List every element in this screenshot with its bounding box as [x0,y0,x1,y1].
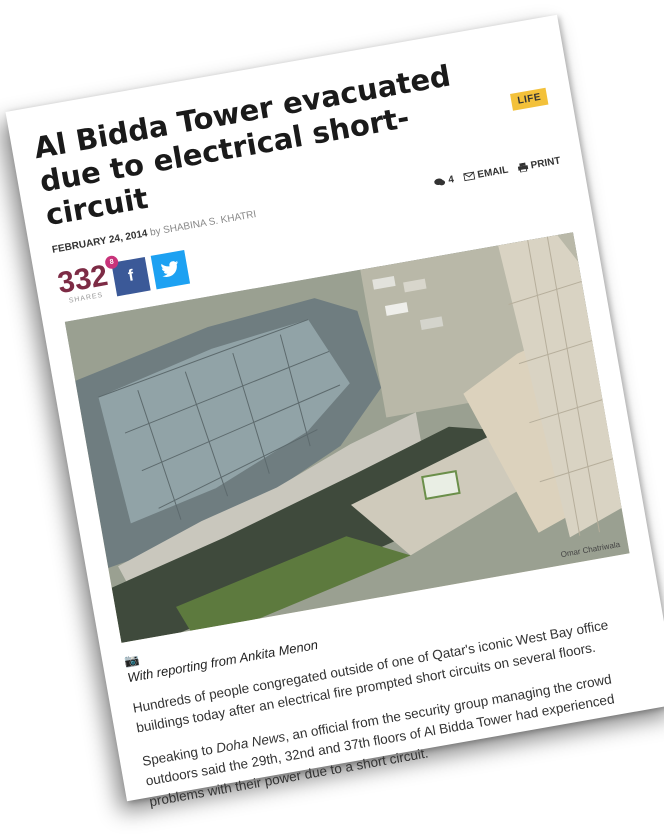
author-link[interactable]: SHABINA S. KHATRI [162,209,257,236]
twitter-icon [161,260,179,278]
print-label: PRINT [529,155,562,172]
by-label: by [149,225,162,239]
category-tag[interactable]: LIFE [510,87,549,111]
email-button[interactable]: EMAIL [463,164,509,183]
twitter-share-button[interactable] [150,249,191,290]
comment-icon [434,178,446,185]
facebook-share-button[interactable]: 8 f [104,254,151,296]
publish-date: FEBRUARY 24, 2014 [51,227,149,256]
comments-count: 4 [447,173,455,186]
print-button[interactable]: PRINT [517,155,561,173]
email-label: EMAIL [476,164,510,181]
facebook-icon: f [126,266,135,285]
envelope-icon [463,171,476,182]
article-card: Al Bidda Tower evacuated due to electric… [5,14,664,809]
share-badge: 8 [104,254,120,270]
printer-icon [517,162,529,173]
share-counter: 332 SHARES [55,259,112,306]
comments-link[interactable]: 4 [434,174,455,188]
